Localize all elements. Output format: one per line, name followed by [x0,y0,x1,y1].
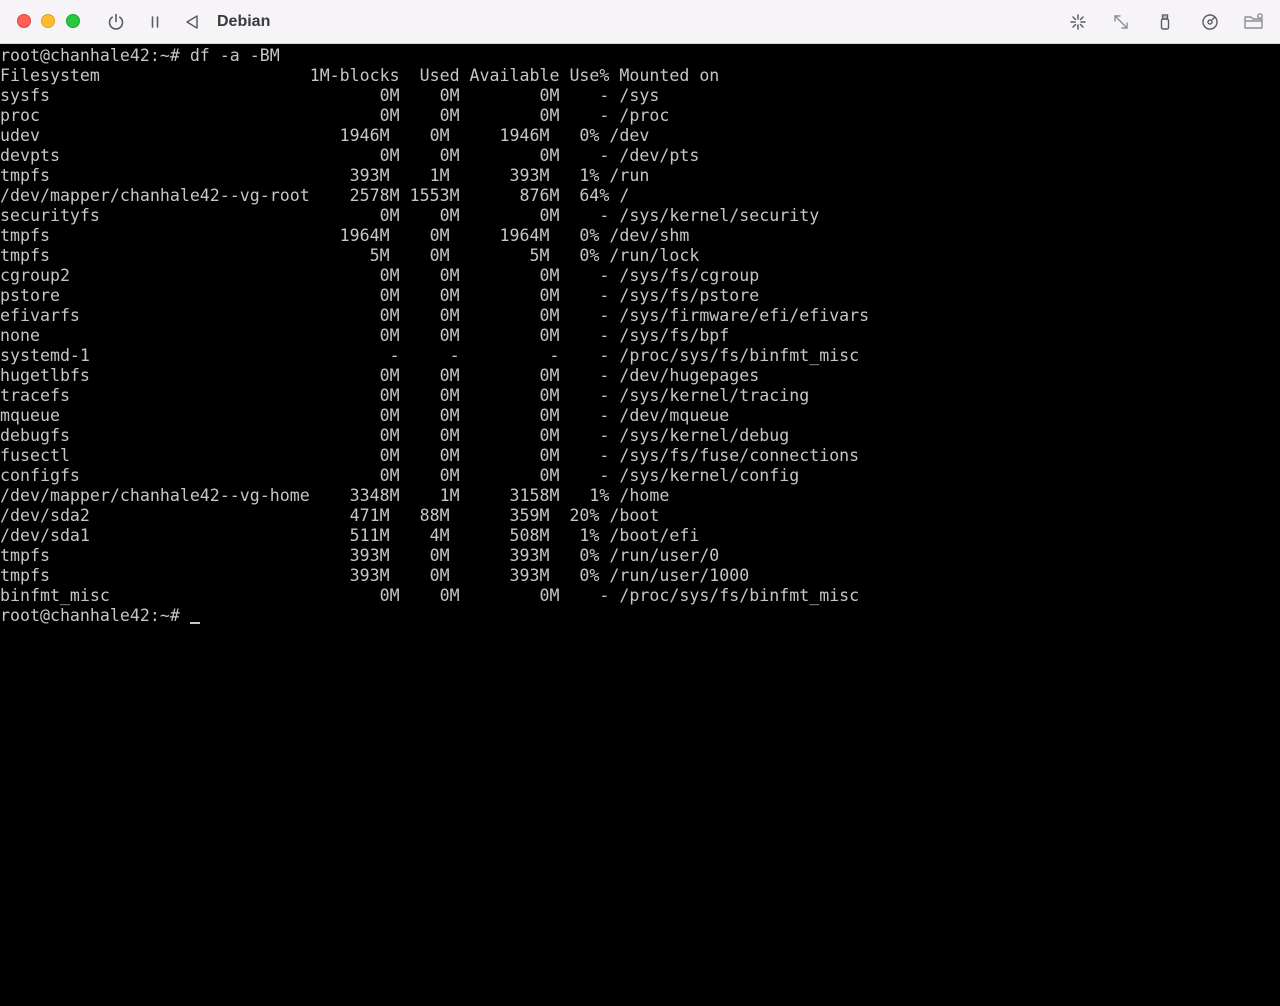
minimize-button[interactable] [41,14,55,28]
sparkle-icon[interactable] [1067,11,1089,33]
df-row: binfmt_misc 0M 0M 0M - /proc/sys/fs/binf… [0,586,860,605]
df-row: debugfs 0M 0M 0M - /sys/kernel/debug [0,426,790,445]
prompt-text: root@chanhale42:~# [0,606,190,625]
command-line: root@chanhale42:~# df -a -BM [0,46,280,65]
terminal-screen[interactable]: root@chanhale42:~# df -a -BM Filesystem … [0,45,1280,1006]
df-row: /dev/mapper/chanhale42--vg-home 3348M 1M… [0,486,670,505]
shared-folder-icon[interactable] [1243,11,1265,33]
power-icon[interactable] [105,11,127,33]
window-title: Debian [217,13,271,30]
df-row: none 0M 0M 0M - /sys/fs/bpf [0,326,730,345]
df-row: sysfs 0M 0M 0M - /sys [0,86,660,105]
df-row: proc 0M 0M 0M - /proc [0,106,670,125]
df-row: tmpfs 393M 1M 393M 1% /run [0,166,650,185]
back-icon[interactable] [181,11,203,33]
prompt-line[interactable]: root@chanhale42:~# [0,606,1280,626]
df-row: tracefs 0M 0M 0M - /sys/kernel/tracing [0,386,810,405]
usb-icon[interactable] [1154,11,1176,33]
disk-icon[interactable] [1199,11,1221,33]
df-row: configfs 0M 0M 0M - /sys/kernel/config [0,466,800,485]
df-row: /dev/sda2 471M 88M 359M 20% /boot [0,506,660,525]
df-row: udev 1946M 0M 1946M 0% /dev [0,126,650,145]
df-row: devpts 0M 0M 0M - /dev/pts [0,146,700,165]
df-header: Filesystem 1M-blocks Used Available Use%… [0,66,720,85]
df-row: hugetlbfs 0M 0M 0M - /dev/hugepages [0,366,760,385]
df-row: pstore 0M 0M 0M - /sys/fs/pstore [0,286,760,305]
title-bar: Debian [0,0,1280,44]
text-cursor [189,622,200,624]
df-row: mqueue 0M 0M 0M - /dev/mqueue [0,406,730,425]
df-row: efivarfs 0M 0M 0M - /sys/firmware/efi/ef… [0,306,870,325]
df-row: securityfs 0M 0M 0M - /sys/kernel/securi… [0,206,820,225]
df-row: tmpfs 393M 0M 393M 0% /run/user/0 [0,546,720,565]
maximize-button[interactable] [66,14,80,28]
df-row: /dev/mapper/chanhale42--vg-root 2578M 15… [0,186,630,205]
df-row: tmpfs 5M 0M 5M 0% /run/lock [0,246,700,265]
pause-icon[interactable] [144,11,166,33]
df-row: tmpfs 1964M 0M 1964M 0% /dev/shm [0,226,690,245]
resize-arrows-icon[interactable] [1110,11,1132,33]
df-row: /dev/sda1 511M 4M 508M 1% /boot/efi [0,526,700,545]
df-row: cgroup2 0M 0M 0M - /sys/fs/cgroup [0,266,760,285]
df-row: tmpfs 393M 0M 393M 0% /run/user/1000 [0,566,750,585]
vm-window: Debian root@chanhale42:~# df -a -BM File… [0,0,1280,1006]
close-button[interactable] [17,14,31,28]
df-row: fusectl 0M 0M 0M - /sys/fs/fuse/connecti… [0,446,860,465]
df-row: systemd-1 - - - - /proc/sys/fs/binfmt_mi… [0,346,860,365]
